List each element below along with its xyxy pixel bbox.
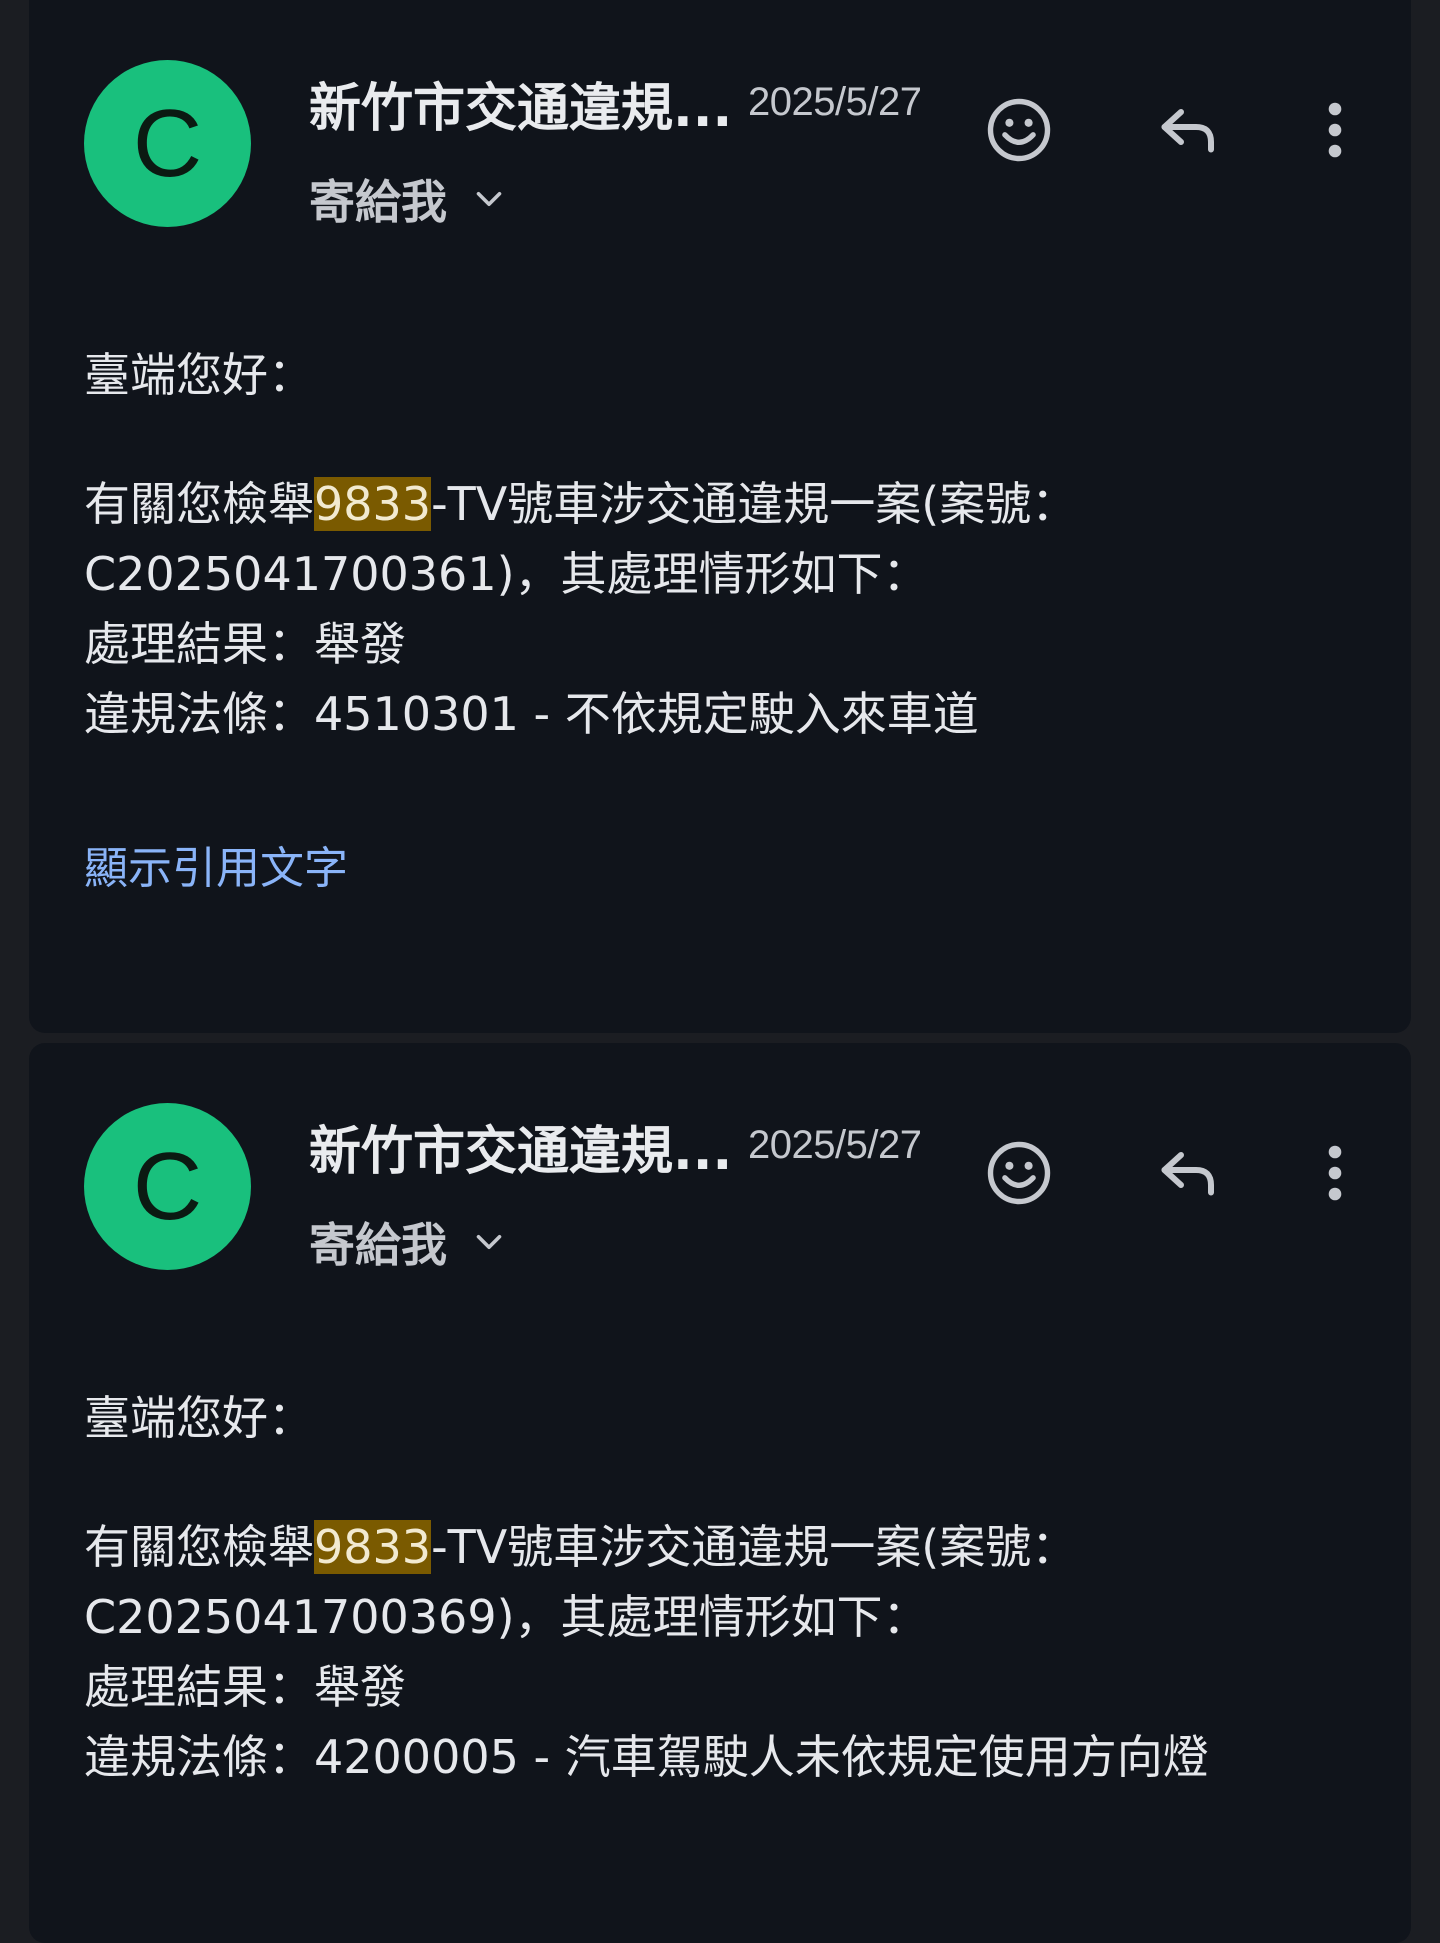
sender-avatar[interactable]: C [84,1103,251,1270]
add-reaction-button[interactable] [979,1133,1059,1213]
greeting: 臺端您好： [84,1391,314,1445]
body-line: 違規法條：4200005 - 汽車駕駛人未依規定使用方向燈 [84,1730,1209,1784]
recipient-toggle[interactable]: 寄給我 [309,166,507,232]
more-vertical-icon [1328,102,1342,158]
reply-arrow-icon [1161,1152,1214,1196]
recipient-toggle[interactable]: 寄給我 [309,1209,507,1275]
recipient-label: 寄給我 [309,175,447,229]
sender-name[interactable]: 新竹市交通違規... [309,66,732,141]
search-highlight: 9833 [314,477,432,531]
sender-name[interactable]: 新竹市交通違規... [309,1109,732,1184]
more-options-button[interactable] [1295,1133,1375,1213]
body-line: 有關您檢舉9833-TV號車涉交通違規一案(案號： [84,469,1077,539]
chevron-down-icon [476,1234,502,1250]
body-line: C2025041700369)，其處理情形如下： [84,1590,929,1644]
recipient-label: 寄給我 [309,1218,447,1272]
body-text-suffix: -TV號車涉交通違規一案(案號： [431,477,1078,531]
body-text-prefix: 有關您檢舉 [84,477,314,531]
add-reaction-button[interactable] [979,90,1059,170]
email-message-1: C 新竹市交通違規... 2025/5/27 寄給我 臺端您好： 有關您檢舉98… [29,0,1411,1033]
email-message-2: C 新竹市交通違規... 2025/5/27 寄給我 臺端您好： 有關您檢舉98… [29,1043,1411,1943]
body-line: 處理結果：舉發 [84,1660,406,1714]
body-line: C2025041700361)，其處理情形如下： [84,547,929,601]
reply-button[interactable] [1147,1133,1227,1213]
sender-avatar[interactable]: C [84,60,251,227]
message-body: 有關您檢舉9833-TV號車涉交通違規一案(案號： C2025041700369… [84,1512,1209,1792]
body-line: 處理結果：舉發 [84,617,406,671]
body-line: 違規法條：4510301 - 不依規定駛入來車道 [84,687,979,741]
body-line: 有關您檢舉9833-TV號車涉交通違規一案(案號： [84,1512,1209,1582]
smiley-face-icon [987,1141,1051,1205]
greeting: 臺端您好： [84,348,314,402]
chevron-down-icon [476,191,502,207]
body-text-suffix: -TV號車涉交通違規一案(案號： [431,1520,1078,1574]
more-options-button[interactable] [1295,90,1375,170]
body-text-prefix: 有關您檢舉 [84,1520,314,1574]
message-body: 有關您檢舉9833-TV號車涉交通違規一案(案號： C2025041700361… [84,469,1077,749]
reply-arrow-icon [1161,109,1214,153]
reply-button[interactable] [1147,90,1227,170]
more-vertical-icon [1328,1145,1342,1201]
message-date: 2025/5/27 [748,1123,922,1167]
show-quoted-text-link[interactable]: 顯示引用文字 [84,832,348,896]
search-highlight: 9833 [314,1520,432,1574]
smiley-face-icon [987,98,1051,162]
message-date: 2025/5/27 [748,80,922,124]
